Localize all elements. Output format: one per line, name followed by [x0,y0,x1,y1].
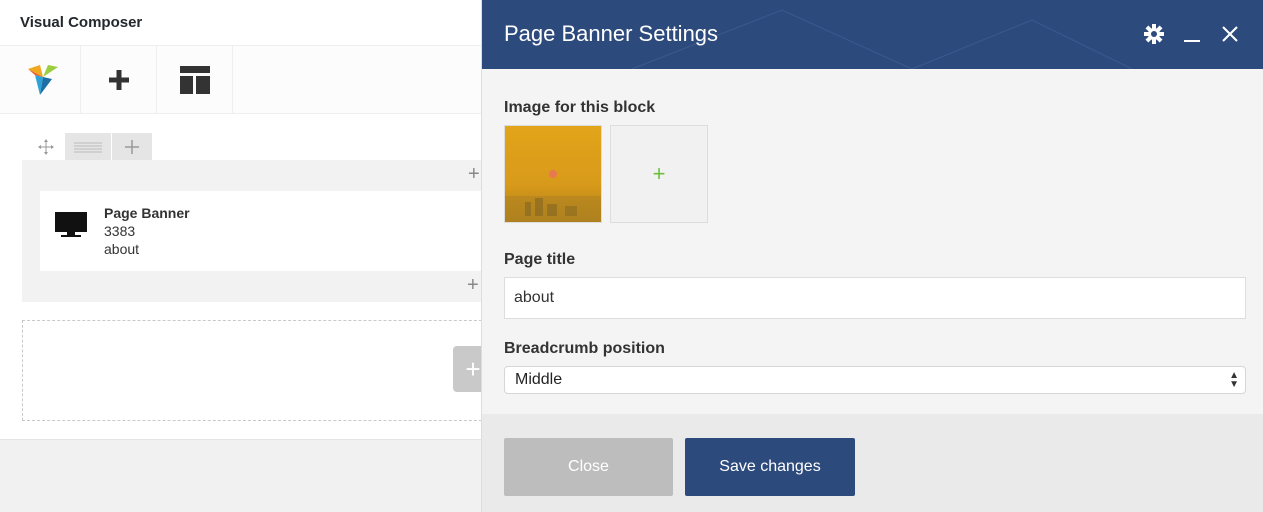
breadcrumb-selected-value: Middle [515,371,563,388]
page-title-input[interactable]: about [504,277,1246,319]
minimize-icon [1184,40,1200,42]
add-column-button[interactable] [112,133,152,161]
close-modal-button[interactable] [1218,20,1242,48]
row-layout-button[interactable] [65,133,111,161]
plus-icon: + [467,274,479,296]
layout-icon [179,66,210,94]
add-element-button[interactable] [81,46,157,114]
page-banner-element[interactable]: Page Banner 3383 about [40,191,510,271]
monitor-icon [54,211,88,244]
element-name: Page Banner [104,205,190,221]
empty-drop-zone: + [22,320,502,421]
plus-icon [108,70,129,90]
columns-icon [74,142,102,153]
select-arrows-icon: ▲ ▼ [1229,370,1239,390]
element-id: 3383 [104,223,136,239]
templates-button[interactable] [157,46,233,114]
page-title-label: Page title [504,251,576,268]
breadcrumb-position-label: Breadcrumb position [504,340,665,357]
screen: Visual Composer + Page Banner 3383 about… [0,0,1263,512]
image-thumbnail[interactable] [504,125,602,223]
plus-icon: + [468,163,480,185]
modal-title: Page Banner Settings [504,21,719,46]
plus-icon: + [652,161,666,186]
modal-header-controls [1142,20,1242,48]
row-container: + Page Banner 3383 about + [22,160,510,302]
settings-button[interactable] [1142,20,1166,48]
add-image-button[interactable]: + [610,125,708,223]
image-field-label: Image for this block [504,99,656,116]
panel-title: Visual Composer [20,14,143,31]
breadcrumb-position-select[interactable]: Middle ▲ ▼ [504,366,1246,394]
close-icon [1222,26,1238,42]
plus-icon: + [465,353,481,384]
modal-header[interactable]: Page Banner Settings [482,0,1263,69]
element-page-title: about [104,241,140,257]
add-element-to-column-button[interactable]: + [467,274,479,297]
column-add-button[interactable]: + [468,163,480,186]
gear-icon [1144,24,1164,44]
vc-logo-icon [27,65,58,95]
vc-logo-button[interactable] [5,46,81,114]
plus-icon [125,140,139,154]
minimize-button[interactable] [1180,20,1204,48]
settings-modal: Page Banner Settings Image for this bloc… [481,0,1263,512]
close-button[interactable]: Close [504,438,673,496]
move-icon [38,139,54,155]
move-row-handle[interactable] [28,133,64,161]
banner-image [505,126,601,222]
save-changes-button[interactable]: Save changes [685,438,855,496]
